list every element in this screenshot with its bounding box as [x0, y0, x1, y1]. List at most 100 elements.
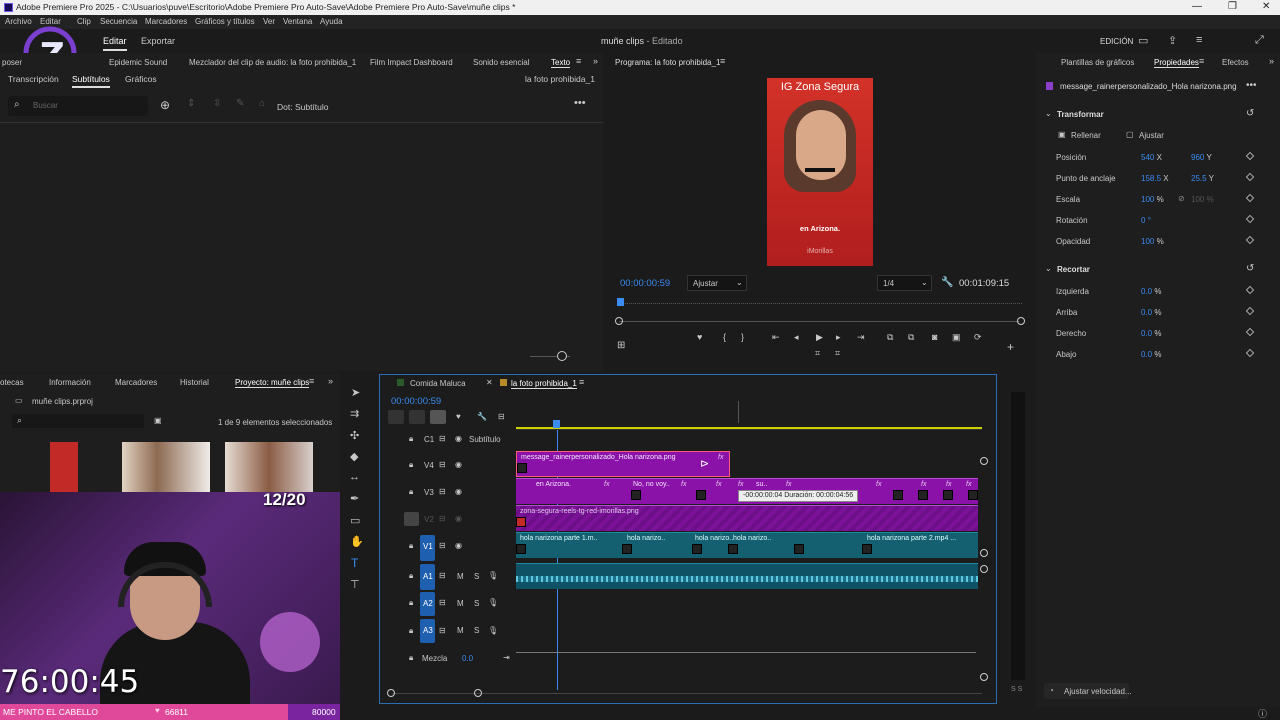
mic-icon[interactable]: 🎙︎: [488, 598, 498, 607]
v-scroll-handle[interactable]: [980, 673, 988, 681]
more-icon[interactable]: •••: [574, 97, 586, 109]
scrub-bar[interactable]: [619, 321, 1019, 322]
tab-propiedades[interactable]: Propiedades: [1154, 58, 1199, 68]
snap-icon[interactable]: [409, 410, 425, 424]
timeline-menu-icon[interactable]: ≡: [579, 377, 584, 387]
keyframe-icon[interactable]: [1245, 172, 1255, 182]
tab-marcadores[interactable]: Marcadores: [115, 378, 157, 387]
media-thumb[interactable]: [122, 442, 210, 492]
tab-poser[interactable]: poser: [2, 58, 22, 67]
sync-icon[interactable]: ⊟: [439, 541, 446, 550]
mini-ruler[interactable]: [617, 303, 1022, 304]
panel-menu-icon[interactable]: ≡: [576, 56, 581, 66]
pen-icon[interactable]: ✒: [350, 492, 359, 505]
solo-button[interactable]: S: [474, 599, 479, 608]
clip-v1[interactable]: hola narizona parte 1.m.. hola narizo.. …: [516, 532, 978, 558]
eye-icon[interactable]: ◉: [455, 541, 462, 550]
transform-chevron-icon[interactable]: ⌄: [1045, 109, 1052, 118]
tab-transcripcion[interactable]: Transcripción: [8, 74, 59, 84]
maximize-button[interactable]: ❐: [1228, 1, 1237, 12]
lock-icon[interactable]: 🔒︎: [409, 434, 413, 444]
marker-icon[interactable]: ♥: [697, 332, 702, 342]
fullscreen-icon[interactable]: ⤢: [1255, 34, 1264, 47]
search-input[interactable]: Buscar: [33, 101, 58, 110]
tab-subtitulos[interactable]: Subtítulos: [72, 74, 110, 88]
project-menu-icon[interactable]: ≡: [309, 376, 314, 386]
track-a3[interactable]: A3: [423, 626, 433, 635]
insert-icon[interactable]: ⧉: [887, 332, 893, 343]
extract-icon[interactable]: ⌗: [835, 348, 840, 359]
sync-icon[interactable]: ⊟: [439, 598, 446, 607]
h-scroll-start[interactable]: [387, 689, 395, 697]
crop-value[interactable]: 0.0 %: [1141, 329, 1161, 338]
go-in-icon[interactable]: ⇤: [772, 332, 780, 343]
exportar-tab[interactable]: Exportar: [141, 36, 175, 46]
time-ruler[interactable]: [516, 395, 982, 430]
tab-mixer[interactable]: Mezclador del clip de audio: la foto pro…: [189, 58, 356, 67]
camera-icon[interactable]: ◙: [932, 332, 937, 342]
media-thumb[interactable]: [50, 442, 78, 492]
work-area-bar[interactable]: [516, 427, 982, 429]
close-tab-icon[interactable]: ✕: [486, 378, 493, 387]
prop-value[interactable]: 540 X: [1141, 153, 1162, 162]
edit-icon[interactable]: ✎: [236, 98, 244, 109]
slip-icon[interactable]: ↔: [349, 471, 360, 483]
fit-icon[interactable]: ▢: [1126, 130, 1134, 139]
add-icon[interactable]: ⊕: [160, 98, 170, 112]
merge-icon[interactable]: ⇕: [187, 98, 195, 109]
menu-ventana[interactable]: Ventana: [283, 17, 312, 26]
media-thumb[interactable]: [225, 442, 313, 492]
mix-end-icon[interactable]: ⇥: [503, 653, 510, 662]
keyframe-icon[interactable]: [1245, 235, 1255, 245]
tab-comida[interactable]: Comida Maluca: [410, 379, 466, 388]
keyframe-icon[interactable]: [1245, 348, 1255, 358]
v-scroll-handle[interactable]: [980, 549, 988, 557]
clip-v2[interactable]: zona-segura-reels-tg-red-imorillas.png: [516, 505, 978, 531]
linked-icon[interactable]: [430, 410, 446, 424]
scrub-end[interactable]: [1017, 317, 1025, 325]
share-icon[interactable]: ⇪: [1168, 34, 1177, 47]
track-v4[interactable]: V4: [424, 461, 434, 470]
track-a1[interactable]: A1: [423, 572, 433, 581]
meter-solo-label[interactable]: S S: [1011, 686, 1022, 693]
crop-chevron-icon[interactable]: ⌄: [1045, 264, 1052, 273]
clip-v4[interactable]: message_rainerpersonalizado_Hola narizon…: [516, 451, 730, 477]
solo-button[interactable]: S: [474, 572, 479, 581]
sync-icon[interactable]: ⊟: [439, 514, 446, 523]
prop-value[interactable]: 960 Y: [1191, 153, 1212, 162]
more-tabs-icon[interactable]: »: [1269, 56, 1274, 66]
new-bin-icon[interactable]: ▣: [154, 416, 162, 425]
nest-icon[interactable]: [388, 410, 404, 424]
clip-a1[interactable]: [516, 563, 978, 589]
tab-graficos[interactable]: Gráficos: [125, 74, 157, 84]
fill-label[interactable]: Rellenar: [1071, 131, 1101, 140]
file-more-icon[interactable]: •••: [1246, 80, 1257, 91]
lock-active-icon[interactable]: [404, 512, 419, 526]
menu-graficos[interactable]: Gráficos y títulos: [195, 17, 255, 26]
lock-icon[interactable]: 🔒︎: [409, 487, 413, 497]
lock-icon[interactable]: 🔒︎: [409, 653, 413, 663]
crop-value[interactable]: 0.0 %: [1141, 308, 1161, 317]
track-v3[interactable]: V3: [424, 488, 434, 497]
menu-marcadores[interactable]: Marcadores: [145, 17, 187, 26]
go-out-icon[interactable]: ⇥: [857, 332, 865, 343]
reset-crop-icon[interactable]: ↺: [1246, 263, 1254, 274]
sync-icon[interactable]: ⊟: [439, 571, 446, 580]
type-tool-icon[interactable]: T: [351, 556, 358, 570]
track-v1[interactable]: V1: [423, 542, 433, 551]
fit-label[interactable]: Ajustar: [1139, 131, 1164, 140]
settings-icon[interactable]: ≡: [1196, 34, 1202, 46]
mute-button[interactable]: M: [457, 599, 464, 608]
captions-icon[interactable]: ⊟: [498, 412, 505, 421]
ratio-dropdown[interactable]: 1/4 ⌄: [877, 275, 932, 291]
track-select-icon[interactable]: ⇉: [350, 407, 359, 420]
tab-proyecto[interactable]: Proyecto: muñe clips: [235, 378, 310, 388]
h-scroll-end[interactable]: [474, 689, 482, 697]
lock-icon[interactable]: 🔒︎: [409, 626, 413, 636]
minimize-button[interactable]: —: [1192, 1, 1202, 12]
prop-value[interactable]: 100 %: [1141, 195, 1164, 204]
play-icon[interactable]: ▶: [816, 332, 823, 343]
tab-epidemic[interactable]: Epidemic Sound: [109, 58, 167, 67]
timeline-timecode[interactable]: 00:00:00:59: [391, 396, 441, 407]
dot-label[interactable]: Dot: Subtítulo: [277, 102, 329, 112]
